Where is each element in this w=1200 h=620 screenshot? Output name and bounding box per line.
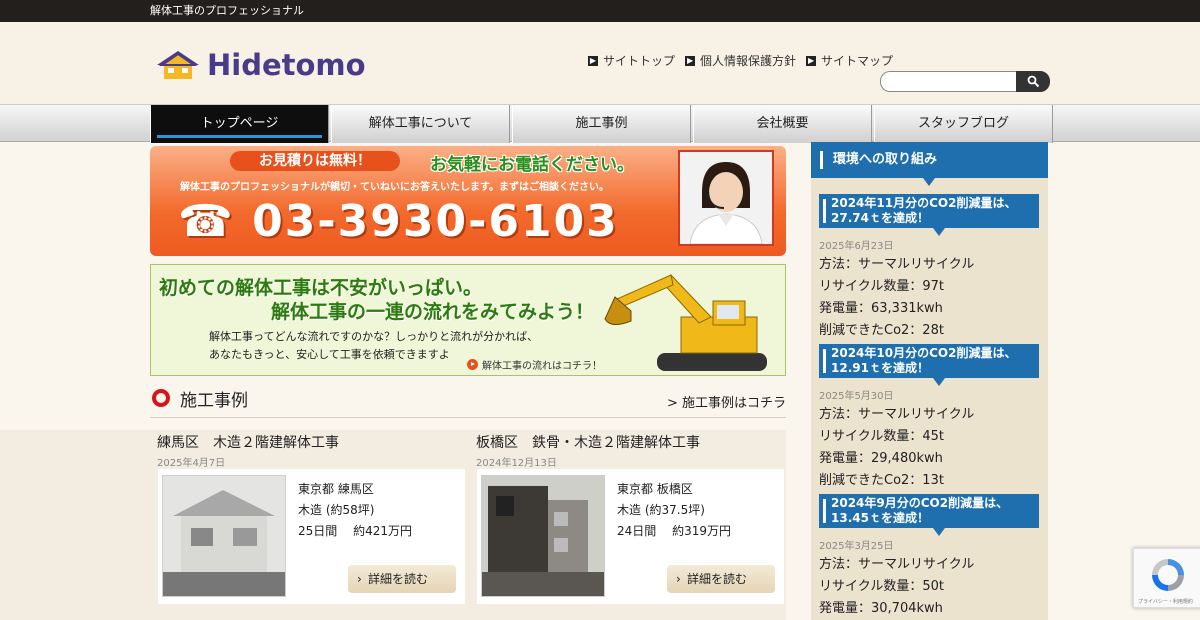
nav-item-company[interactable]: 会社概要 [693,105,872,143]
case-item: 練馬区 木造２階建解体工事 2025年4月7日 [157,432,469,469]
site-header: Hidetomo ▶ サイトトップ ▶ 個人情報保護方針 ▶ サイトマップ [0,22,1200,104]
call-prompt: お気軽にお電話ください。 [430,155,634,175]
entry-details: 方法：サーマルリサイクル リサイクル数量：50t 発電量：30,704kwh [819,557,975,616]
case-period: 24日間 約319万円 [617,524,731,538]
entry-date: 2025年6月23日 [819,241,894,252]
arrow-circle-icon [467,359,478,370]
search-icon [1027,75,1039,88]
case-thumbnail[interactable] [162,475,286,597]
case-structure: 木造 (約37.5坪) [617,503,705,517]
util-link-site-top[interactable]: ▶ サイトトップ [588,52,675,69]
read-more-button[interactable]: 詳細を読む [348,565,456,593]
arrow-icon: ▶ [588,55,598,66]
operator-photo [678,150,774,246]
main-nav-bar: トップページ 解体工事について 施工事例 会社概要 スタッフブログ [0,104,1200,143]
recaptcha-icon [1152,559,1184,591]
cases-more-link[interactable]: > 施工事例はコチラ [667,392,786,411]
logo[interactable]: Hidetomo [155,48,366,82]
recaptcha-badge[interactable]: プライバシー・利用規約 [1133,548,1200,608]
excavator-illustration [604,274,767,371]
building-photo [482,476,604,596]
main-content: お見積りは無料！ お気軽にお電話ください。 解体工事のプロフェッショナルが親切・… [150,146,786,418]
entry-title[interactable]: 2024年9月分のCO2削減量は、13.45ｔを達成！ [819,494,1039,536]
nav-item-top[interactable]: トップページ [150,105,329,143]
sidebar-entry: 2024年9月分のCO2削減量は、13.45ｔを達成！ 2025年3月25日 方… [819,494,1048,620]
arrow-icon: ▶ [685,55,696,66]
util-link-privacy[interactable]: ▶ 個人情報保護方針 [685,52,796,69]
arrow-icon: ▶ [806,55,817,66]
entry-details: 方法：サーマルリサイクル リサイクル数量：45t 発電量：29,480kwh 削… [819,407,975,488]
tagline-strip: 解体工事のプロフェッショナル [0,0,1200,22]
logo-text: Hidetomo [207,48,366,82]
phone-number[interactable]: ☎ 03-3930-6103 [178,196,619,247]
flow-banner-line1: 初めての解体工事は不安がいっぱい。 [159,277,483,299]
cases-list: 練馬区 木造２階建解体工事 2025年4月7日 東京都 練馬区 木造 (約58坪… [0,430,786,620]
case-date: 2025年4月7日 [157,458,226,469]
phone-banner-sub: 解体工事のプロフェッショナルが親切・ていねいにお答えいたします。まずはご相談くだ… [180,182,609,193]
sidebar-entry: 2024年10月分のCO2削減量は、12.91ｔを達成！ 2025年5月30日 … [819,344,1048,492]
case-info: 東京都 板橋区 木造 (約37.5坪) 24日間 約319万円 [617,479,731,542]
search-box [880,71,1050,92]
recaptcha-text[interactable]: プライバシー・利用規約 [1138,598,1193,605]
case-card: 東京都 練馬区 木造 (約58坪) 25日間 約421万円 詳細を読む [158,469,465,604]
nav-item-demolition[interactable]: 解体工事について [331,105,510,143]
case-card: 東京都 板橋区 木造 (約37.5坪) 24日間 約319万円 詳細を読む [477,469,784,604]
case-location: 東京都 練馬区 [298,482,374,496]
phone-banner[interactable]: お見積りは無料！ お気軽にお電話ください。 解体工事のプロフェッショナルが親切・… [150,146,786,256]
entry-date: 2025年5月30日 [819,391,894,402]
case-title[interactable]: 板橋区 鉄骨・木造２階建解体工事 [476,432,788,452]
cases-section-title: 施工事例 [180,391,248,411]
cases-section-header: 施工事例 > 施工事例はコチラ [150,382,786,418]
entry-date: 2025年3月25日 [819,541,894,552]
case-period: 25日間 約421万円 [298,524,412,538]
flow-banner[interactable]: 初めての解体工事は不安がいっぱい。 解体工事の一連の流れをみてみよう！ 解体工事… [150,264,786,376]
read-more-button[interactable]: 詳細を読む [667,565,775,593]
case-date: 2024年12月13日 [476,458,557,469]
nav-item-blog[interactable]: スタッフブログ [874,105,1053,143]
search-input[interactable] [880,71,1016,92]
case-structure: 木造 (約58坪) [298,503,375,517]
flow-banner-line2: 解体工事の一連の流れをみてみよう！ [271,301,595,323]
case-item: 板橋区 鉄骨・木造２階建解体工事 2024年12月13日 [476,432,788,469]
case-title[interactable]: 練馬区 木造２階建解体工事 [157,432,469,452]
entry-title[interactable]: 2024年11月分のCO2削減量は、27.74ｔを達成！ [819,194,1039,236]
house-logo-icon [157,51,199,79]
case-info: 東京都 練馬区 木造 (約58坪) 25日間 約421万円 [298,479,412,542]
free-estimate-pill: お見積りは無料！ [230,151,400,171]
house-photo [163,476,285,596]
case-thumbnail[interactable] [481,475,605,597]
entry-title[interactable]: 2024年10月分のCO2削減量は、12.91ｔを達成！ [819,344,1039,386]
util-link-sitemap[interactable]: ▶ サイトマップ [806,52,893,69]
utility-nav: ▶ サイトトップ ▶ 個人情報保護方針 ▶ サイトマップ [588,52,893,69]
nav-item-cases[interactable]: 施工事例 [512,105,691,143]
case-location: 東京都 板橋区 [617,482,693,496]
tagline: 解体工事のプロフェッショナル [150,4,304,17]
sidebar-environment: 環境への取り組み 2024年11月分のCO2削減量は、27.74ｔを達成！ 20… [811,142,1048,620]
search-button[interactable] [1016,71,1050,92]
sidebar-entry: 2024年11月分のCO2削減量は、27.74ｔを達成！ 2025年6月23日 … [819,194,1048,342]
operator-illustration [680,152,772,244]
main-nav: トップページ 解体工事について 施工事例 会社概要 スタッフブログ [150,105,1055,143]
ring-icon [152,389,170,407]
entry-details: 方法：サーマルリサイクル リサイクル数量：97t 発電量：63,331kwh 削… [819,257,975,338]
sidebar-title: 環境への取り組み [811,142,1048,186]
flow-link[interactable]: 解体工事の流れはコチラ！ [467,357,602,372]
